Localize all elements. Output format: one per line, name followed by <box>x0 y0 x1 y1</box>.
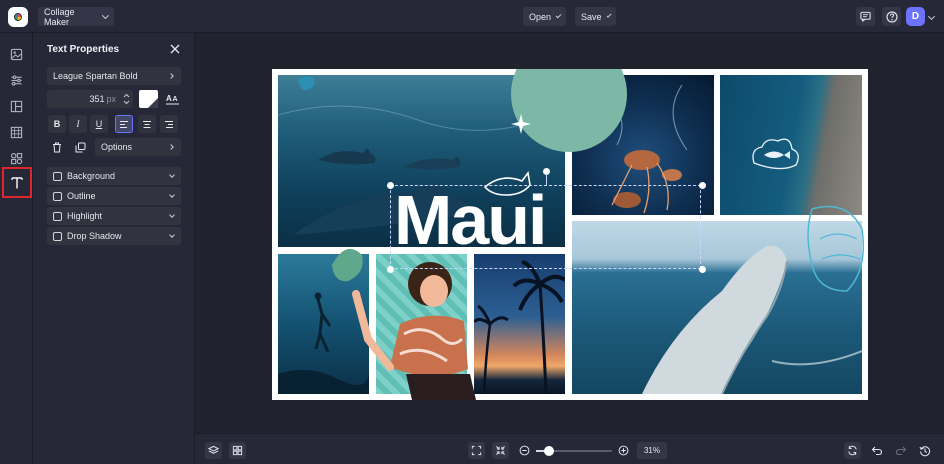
undo-icon[interactable] <box>868 442 885 459</box>
text-selection-box[interactable] <box>390 185 701 269</box>
highlight-section[interactable]: Highlight <box>47 207 181 225</box>
sliders-icon[interactable] <box>4 68 29 93</box>
align-right-button[interactable] <box>160 115 178 133</box>
chevron-down-icon <box>606 12 612 18</box>
help-icon[interactable] <box>882 7 901 26</box>
resize-handle[interactable] <box>699 266 706 273</box>
align-right-icon <box>165 120 173 128</box>
image-icon[interactable] <box>4 42 29 67</box>
svg-text:A: A <box>166 94 172 103</box>
duplicate-icon[interactable] <box>71 138 89 156</box>
open-label: Open <box>529 11 552 22</box>
background-checkbox[interactable] <box>53 171 62 181</box>
align-center-icon <box>143 120 151 128</box>
chevron-down-icon <box>169 172 175 178</box>
align-left-icon <box>120 120 128 128</box>
outline-section[interactable]: Outline <box>47 187 181 205</box>
background-label: Background <box>67 171 116 181</box>
font-family-select[interactable]: League Spartan Bold <box>47 67 181 85</box>
app-menu-label: Collage Maker <box>44 6 75 27</box>
resize-handle[interactable] <box>699 182 706 189</box>
resize-handle[interactable] <box>387 266 394 273</box>
background-section[interactable]: Background <box>47 167 181 185</box>
bold-button[interactable]: B <box>48 115 66 133</box>
text-case-icon[interactable]: AA <box>164 91 180 107</box>
highlight-label: Highlight <box>67 211 103 221</box>
chevron-down-icon <box>555 12 562 18</box>
open-dropdown[interactable]: Open <box>523 7 566 26</box>
resize-handle[interactable] <box>387 182 394 189</box>
drop-shadow-label: Drop Shadow <box>67 231 122 241</box>
app-menu-dropdown[interactable]: Collage Maker <box>38 6 114 27</box>
zoom-slider-thumb[interactable] <box>543 446 554 456</box>
tool-rail <box>0 33 33 464</box>
layers-icon[interactable] <box>205 442 222 459</box>
outline-checkbox[interactable] <box>53 191 62 201</box>
color-swatch-corner-icon <box>148 98 158 108</box>
outline-label: Outline <box>67 191 96 201</box>
refresh-icon[interactable] <box>844 442 861 459</box>
app-window: Collage Maker Open Save D Text Propertie… <box>0 0 944 464</box>
panel-title: Text Properties <box>47 44 120 55</box>
user-avatar[interactable]: D <box>906 7 925 26</box>
options-label: Options <box>101 142 133 152</box>
drop-shadow-checkbox[interactable] <box>53 231 62 241</box>
rotate-handle-stem <box>546 174 547 186</box>
chevron-right-icon <box>168 144 174 150</box>
close-icon[interactable] <box>168 42 182 56</box>
save-label: Save <box>581 11 602 22</box>
italic-button[interactable]: I <box>69 115 87 133</box>
drop-shadow-section[interactable]: Drop Shadow <box>47 227 181 245</box>
top-bar: Collage Maker Open Save D <box>0 0 944 33</box>
chevron-down-icon <box>169 232 175 238</box>
font-family-value: League Spartan Bold <box>53 71 138 81</box>
collage-canvas[interactable]: Maui <box>272 69 868 400</box>
options-button[interactable]: Options <box>95 138 181 156</box>
history-icon[interactable] <box>916 442 933 459</box>
actual-size-icon[interactable] <box>492 442 509 459</box>
text-color-swatch[interactable] <box>139 90 158 108</box>
texture-icon[interactable] <box>4 120 29 145</box>
svg-text:A: A <box>172 96 177 103</box>
grid-icon[interactable] <box>229 442 246 459</box>
zoom-in-icon[interactable] <box>615 442 632 459</box>
underline-button[interactable]: U <box>90 115 108 133</box>
save-dropdown[interactable]: Save <box>575 7 616 26</box>
align-center-button[interactable] <box>138 115 156 133</box>
font-size-input[interactable]: 351 px <box>47 90 133 108</box>
zoom-level[interactable]: 31% <box>637 442 667 459</box>
align-left-button[interactable] <box>115 115 133 133</box>
chevron-right-icon <box>168 73 174 79</box>
zoom-out-icon[interactable] <box>516 442 533 459</box>
stepper-arrows-icon[interactable] <box>123 92 130 106</box>
font-size-unit: px <box>106 94 116 104</box>
fit-screen-icon[interactable] <box>468 442 485 459</box>
comment-icon[interactable] <box>856 7 875 26</box>
chevron-down-icon <box>169 212 175 218</box>
redo-icon[interactable] <box>892 442 909 459</box>
text-icon[interactable] <box>2 167 32 198</box>
delete-icon[interactable] <box>48 138 66 156</box>
chevron-down-icon <box>169 192 175 198</box>
chevron-down-icon <box>102 11 110 19</box>
highlight-checkbox[interactable] <box>53 211 62 221</box>
chevron-down-icon[interactable] <box>927 12 936 21</box>
befunky-logo-icon[interactable] <box>8 7 28 27</box>
font-size-value: 351 <box>89 94 105 104</box>
layout-icon[interactable] <box>4 94 29 119</box>
bottom-toolbar: 31% <box>195 433 944 464</box>
